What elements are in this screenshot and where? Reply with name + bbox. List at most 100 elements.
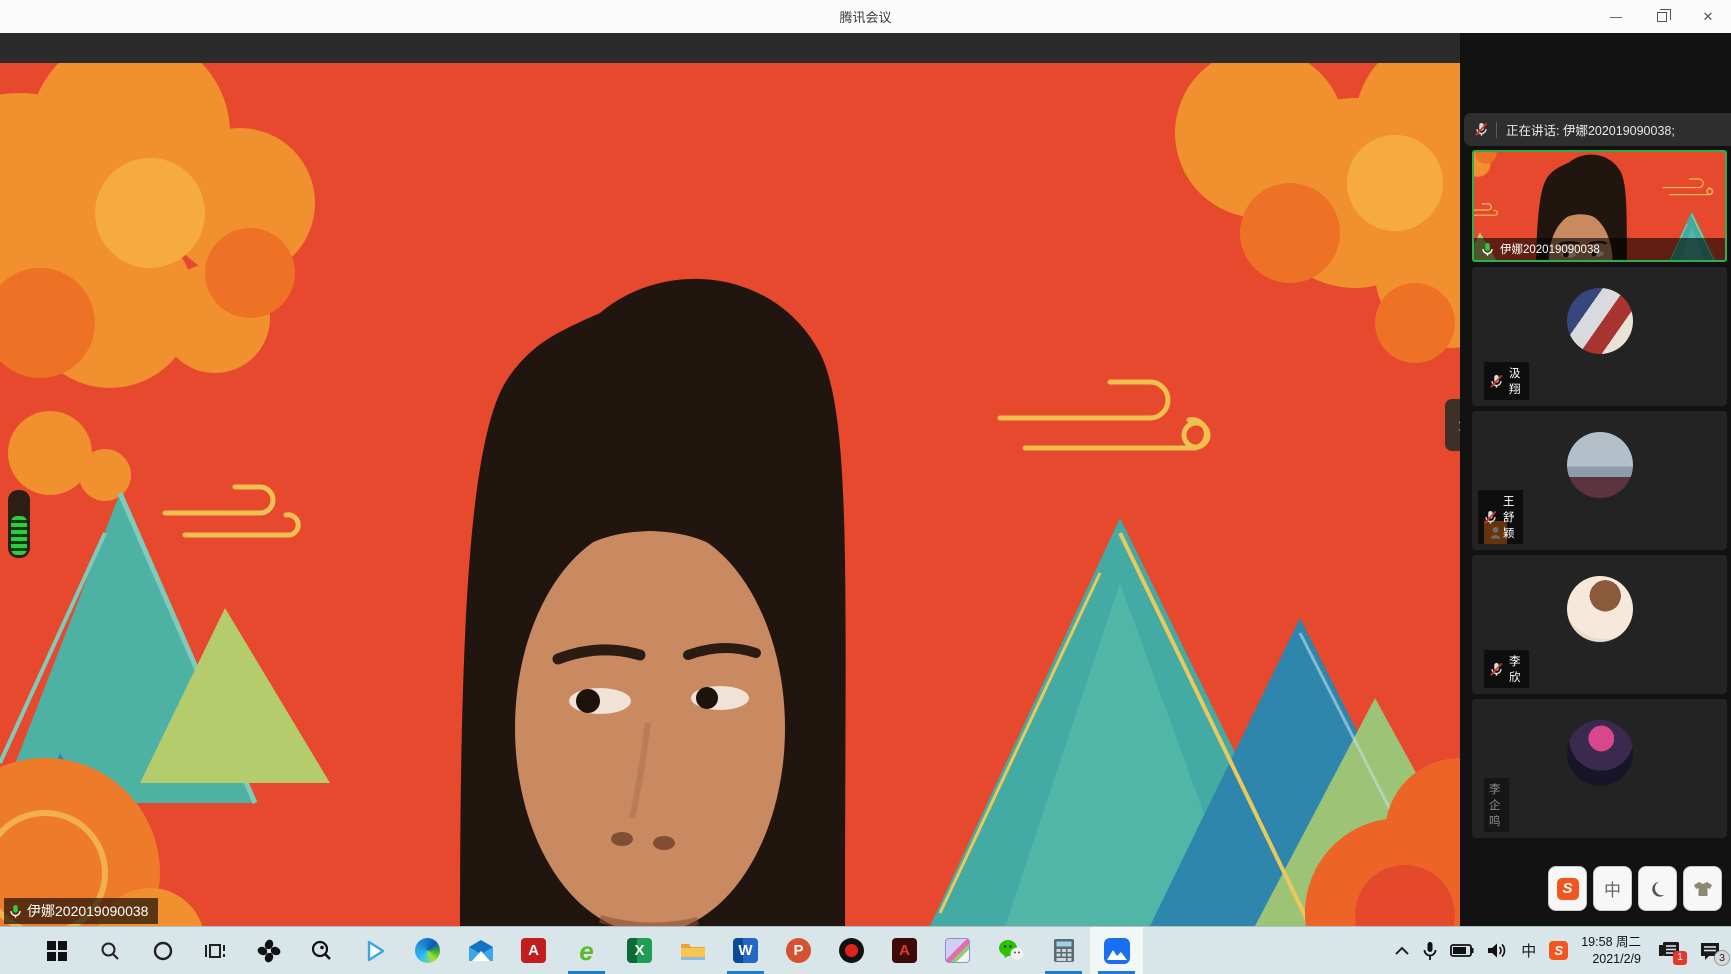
app-screen-recorder[interactable]	[825, 927, 878, 974]
mic-muted-icon	[1489, 374, 1504, 389]
task-badge: 1	[1673, 951, 1687, 965]
tray-notification-icon[interactable]: 3	[1699, 941, 1721, 961]
title-bar: 腾讯会议 — ✕	[0, 0, 1731, 33]
participant-label: 王舒颖	[1478, 490, 1523, 544]
clock-date: 2021/2/9	[1581, 951, 1641, 967]
participant-tile[interactable]: 汲翔	[1472, 267, 1727, 406]
ime-language-button[interactable]: 中	[1593, 866, 1632, 911]
app-potplayer[interactable]	[348, 927, 401, 974]
cortana-circle-icon	[152, 940, 174, 962]
app-screen-magnifier[interactable]	[295, 927, 348, 974]
participant-tile-self[interactable]: 伊娜202019090038	[1472, 150, 1727, 262]
green-e-icon: e	[579, 938, 593, 964]
app-edge[interactable]	[401, 927, 454, 974]
record-icon	[839, 938, 864, 963]
participant-label: 伊娜202019090038	[1474, 238, 1725, 260]
participant-tile[interactable]: 李欣	[1472, 555, 1727, 694]
restore-button[interactable]	[1639, 0, 1685, 33]
chinese-mode-icon: 中	[1604, 876, 1621, 901]
ime-skin-button[interactable]	[1683, 866, 1722, 911]
tray-clock[interactable]: 19:58 周二 2021/2/9	[1581, 934, 1641, 967]
participant-label: 汲翔	[1484, 362, 1529, 400]
ime-fullwidth-button[interactable]	[1638, 866, 1677, 911]
play-triangle-icon	[363, 939, 387, 963]
acrobat-icon: A	[521, 938, 546, 963]
main-speaker-name: 伊娜202019090038	[27, 901, 148, 921]
start-button[interactable]	[30, 927, 83, 974]
app-wechat[interactable]	[984, 927, 1037, 974]
windows-taskbar: A e X W P	[0, 926, 1731, 974]
word-icon: W	[733, 938, 758, 963]
participant-name: 李欣	[1509, 653, 1521, 685]
window-title: 腾讯会议	[0, 7, 1731, 26]
mic-muted-icon	[1483, 510, 1498, 525]
app-tencent-meeting[interactable]	[1090, 927, 1143, 974]
avatar	[1567, 432, 1633, 498]
mail-envelope-icon	[468, 940, 494, 962]
tencent-meeting-window: 腾讯会议 — ✕ 伊娜202019090038 › 伊娜202019090038	[0, 0, 1731, 974]
chevron-up-icon	[1394, 946, 1410, 956]
windows-logo-icon	[47, 941, 67, 961]
main-video-area[interactable]: 伊娜202019090038	[0, 63, 1460, 926]
app-powerpoint[interactable]: P	[772, 927, 825, 974]
close-button[interactable]: ✕	[1685, 0, 1731, 33]
notification-badge: 3	[1714, 950, 1730, 966]
tray-show-hidden-button[interactable]	[1394, 946, 1410, 956]
app-word[interactable]: W	[719, 927, 772, 974]
stationery-icon	[945, 938, 970, 963]
taskbar-app-icons: A e X W P	[0, 927, 1143, 974]
sogou-logo-button[interactable]: S	[1548, 866, 1587, 911]
task-view-icon	[204, 941, 228, 961]
clock-time: 19:58 周二	[1581, 934, 1641, 950]
taskbar-search-button[interactable]	[83, 927, 136, 974]
tray-microphone-icon[interactable]	[1423, 941, 1437, 961]
app-excel[interactable]: X	[613, 927, 666, 974]
cortana-button[interactable]	[136, 927, 189, 974]
participant-name: 汲翔	[1509, 365, 1521, 397]
now-speaking-banner: 正在讲话: 伊娜202019090038;	[1464, 113, 1731, 146]
moon-icon	[1649, 880, 1667, 898]
app-acrobat-reader[interactable]: A	[878, 927, 931, 974]
now-speaking-text: 正在讲话: 伊娜202019090038;	[1506, 120, 1675, 139]
participant-tile-list: 伊娜202019090038 汲翔	[1472, 150, 1727, 838]
main-speaker-label: 伊娜202019090038	[4, 898, 158, 924]
tray-sogou-icon[interactable]: S	[1549, 941, 1568, 960]
app-mail[interactable]	[454, 927, 507, 974]
app-acrobat[interactable]: A	[507, 927, 560, 974]
app-calculator[interactable]	[1037, 927, 1090, 974]
app-green-e-browser[interactable]: e	[560, 927, 613, 974]
tray-battery-icon[interactable]	[1450, 944, 1474, 957]
meeting-toolbar-strip	[0, 33, 1460, 63]
mic-muted-icon	[1489, 662, 1504, 677]
tray-task-icon[interactable]: 1	[1658, 941, 1680, 961]
wechat-icon	[998, 939, 1024, 962]
participant-label: 李企鸣	[1484, 778, 1509, 832]
participant-tile[interactable]: 王舒颖	[1472, 411, 1727, 550]
excel-icon: X	[627, 938, 652, 963]
festive-video-frame	[0, 63, 1460, 926]
calculator-icon	[1053, 938, 1075, 963]
app-file-explorer[interactable]	[666, 927, 719, 974]
app-stationery[interactable]	[931, 927, 984, 974]
tencent-meeting-icon	[1104, 938, 1130, 964]
mic-on-icon	[8, 904, 23, 919]
search-icon	[99, 940, 121, 962]
sogou-ime-bar: S 中	[1548, 866, 1722, 911]
system-tray: 中 S 19:58 周二 2021/2/9 1	[1394, 927, 1731, 974]
participant-name: 王舒颖	[1503, 493, 1515, 541]
tray-volume-icon[interactable]	[1487, 942, 1508, 959]
folder-icon	[680, 940, 706, 961]
shirt-icon	[1693, 880, 1713, 898]
participant-tile[interactable]: 李企鸣	[1472, 699, 1727, 838]
window-controls: — ✕	[1593, 0, 1731, 33]
audio-level-meter	[8, 490, 30, 558]
participants-sidebar: 伊娜202019090038 汲翔	[1460, 33, 1731, 926]
powerpoint-icon: P	[786, 938, 811, 963]
task-view-button[interactable]	[189, 927, 242, 974]
app-pinwheel[interactable]	[242, 927, 295, 974]
minimize-button[interactable]: —	[1593, 0, 1639, 33]
participant-name: 李企鸣	[1489, 781, 1501, 829]
tray-input-indicator[interactable]: 中	[1521, 940, 1536, 961]
acrobat-reader-icon: A	[892, 938, 917, 963]
mic-on-icon	[1480, 242, 1495, 257]
